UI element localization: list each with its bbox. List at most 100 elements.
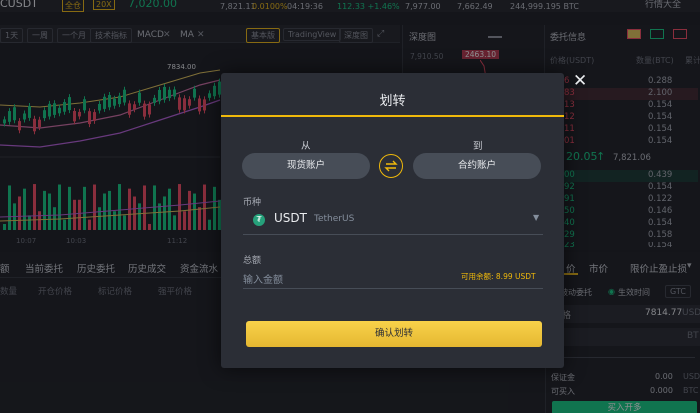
candle-body — [188, 99, 191, 106]
ob-col-total: 累计 — [685, 56, 700, 65]
passive-label: 被动委托 — [560, 288, 592, 297]
tab-trade-history[interactable]: 历史成交 — [128, 261, 166, 275]
volume-bar — [193, 193, 196, 230]
interval-1m[interactable]: 一个月 — [57, 28, 91, 43]
interval-1d[interactable]: 1天 — [0, 28, 24, 43]
ask-row[interactable]: 11 0.154 — [548, 124, 698, 136]
last-price[interactable]: 20.05 — [566, 150, 598, 163]
coin-name: TetherUS — [314, 214, 355, 224]
bid-row[interactable]: 23 0.154 — [548, 242, 698, 251]
orderbook-view-asks-icon[interactable] — [673, 29, 687, 39]
candle-body — [93, 112, 96, 121]
volume-bar — [53, 207, 56, 230]
ask-row[interactable]: 01 0.154 — [548, 136, 698, 148]
ask-row[interactable]: 13 0.154 — [548, 100, 698, 112]
ask-row[interactable]: 12 0.154 — [548, 112, 698, 124]
volume-bar — [33, 184, 36, 230]
col-mark-price: 标记价格 — [98, 287, 133, 297]
bid-row[interactable]: 92 0.154 — [548, 182, 698, 194]
tab-transactions[interactable]: 资金流水 — [180, 261, 218, 275]
candle-body — [138, 92, 141, 103]
candle-body — [173, 89, 176, 97]
volume-bar — [113, 211, 116, 230]
depth-slider[interactable] — [488, 36, 502, 38]
header-price: 7,020.00 — [128, 0, 177, 10]
ma-close-icon[interactable]: ✕ — [197, 30, 205, 40]
tif-select[interactable]: GTC — [665, 285, 691, 298]
leverage-slider[interactable] — [560, 357, 695, 358]
macd-close-icon[interactable]: ✕ — [163, 30, 171, 40]
volume-bar — [23, 188, 26, 230]
amount-placeholder: 输入金额 — [243, 275, 283, 286]
tether-logo-icon: ₮ — [253, 214, 265, 226]
tab-order-history[interactable]: 历史委托 — [77, 261, 115, 275]
transfer-dialog: 划转 从 到 现货账户 合约账户 币种 ₮ USDT TetherUS ▼ 总额… — [221, 73, 564, 368]
price-value: 7814.77 — [645, 308, 683, 318]
bid-row[interactable]: 29 0.158 — [548, 230, 698, 242]
ask-row[interactable]: 6 0.288 — [548, 76, 698, 88]
margin-label: 保证金 — [551, 373, 575, 382]
tif-radio-icon[interactable]: ◉ — [608, 287, 615, 296]
amount-input[interactable]: 输入金额 可用余额: 8.99 USDT — [243, 265, 543, 289]
low-price: 7,662.49 — [457, 2, 493, 11]
bid-row[interactable]: 40 0.154 — [548, 218, 698, 230]
candle-body — [143, 103, 146, 117]
orderbook-view-both-icon[interactable] — [627, 29, 641, 39]
interval-1w[interactable]: 一周 — [27, 28, 53, 43]
swap-arrows-icon — [384, 160, 398, 172]
candle-body — [68, 97, 71, 111]
tab-open-orders[interactable]: 当前委托 — [25, 261, 63, 275]
volume-bar — [198, 207, 201, 230]
candle-body — [83, 99, 86, 111]
ask-row[interactable]: 83 2.100 — [548, 88, 698, 100]
close-icon[interactable]: ✕ — [573, 71, 587, 91]
indicators-button[interactable]: 技术指标 — [90, 28, 132, 43]
buy-long-button[interactable]: 买入开多 — [552, 401, 697, 413]
orderbook-view-bids-icon[interactable] — [650, 29, 664, 39]
swap-accounts-button[interactable] — [379, 154, 403, 178]
macd-indicator[interactable]: MACD — [137, 30, 164, 40]
volume-bar — [93, 184, 96, 230]
last-price-alt: 7,821.06 — [613, 153, 651, 163]
from-account-select[interactable]: 现货账户 — [242, 153, 370, 179]
ma-indicator[interactable]: MA — [180, 30, 194, 40]
amount-input[interactable] — [550, 328, 700, 346]
fullscreen-icon[interactable]: ⤢ — [377, 29, 384, 39]
mode-depth[interactable]: 深度图 — [339, 28, 373, 43]
candle-body — [58, 107, 61, 114]
order-type-stop[interactable]: 限价止盈止损 — [630, 261, 687, 275]
coin-select[interactable]: ₮ USDT TetherUS ▼ — [243, 211, 543, 235]
to-account-select[interactable]: 合约账户 — [413, 153, 541, 179]
market-overview-link[interactable]: 行情大全 — [645, 0, 681, 10]
bid-row[interactable]: 91 0.122 — [548, 194, 698, 206]
ob-col-amount: 数量(BTC) — [636, 56, 674, 65]
volume-bar — [98, 207, 101, 230]
confirm-transfer-button[interactable]: 确认划转 — [246, 321, 542, 347]
volume-bar — [133, 196, 136, 230]
bid-row[interactable]: 50 0.146 — [548, 206, 698, 218]
order-type-market[interactable]: 市价 — [589, 261, 608, 275]
title-underline — [221, 115, 564, 117]
volume-bar — [153, 185, 156, 230]
mode-basic[interactable]: 基本版 — [246, 28, 280, 43]
mode-tradingview[interactable]: TradingView — [283, 28, 342, 41]
candle-body — [158, 89, 161, 102]
depth-title: 深度图 — [409, 33, 437, 43]
tab-balance[interactable]: 额 — [0, 261, 10, 275]
volume-bar — [123, 215, 126, 230]
candle-body — [103, 96, 106, 109]
volume-bar — [28, 215, 31, 230]
margin-tag[interactable]: 全仓 — [62, 0, 84, 12]
volume-bar — [43, 190, 46, 230]
bid-row[interactable]: 00 0.439 — [548, 170, 698, 182]
available-balance[interactable]: 可用余额: 8.99 USDT — [461, 271, 536, 282]
candle-body — [18, 121, 21, 131]
stop-dropdown-chevron-icon[interactable]: ▾ — [687, 261, 692, 271]
leverage-tag[interactable]: 20X — [93, 0, 115, 10]
candle-body — [183, 98, 186, 111]
candle-body — [28, 106, 31, 118]
pair-name[interactable]: CUSDT — [0, 0, 38, 10]
volume-bar — [158, 203, 161, 230]
candle-body — [178, 97, 181, 110]
ob-col-price: 价格(USDT) — [550, 56, 595, 65]
